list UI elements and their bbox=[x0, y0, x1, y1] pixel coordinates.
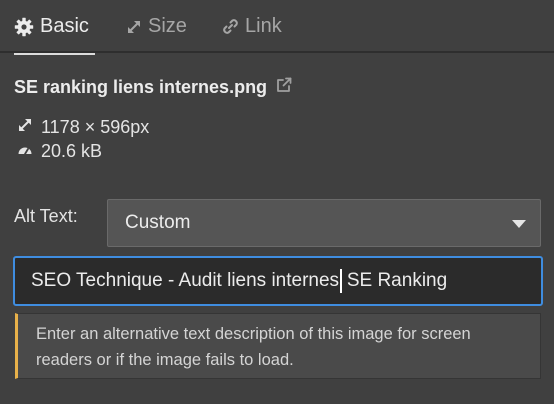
tab-size-label: Size bbox=[148, 15, 187, 37]
alt-text-input[interactable]: SEO Technique - Audit liens internes SE … bbox=[13, 256, 543, 306]
tab-size[interactable]: Size bbox=[126, 0, 187, 53]
alt-text-mode-value: Custom bbox=[125, 212, 191, 233]
alt-text-label: Alt Text: bbox=[14, 206, 78, 226]
alt-text-value-end: SE Ranking bbox=[341, 270, 448, 291]
dimensions-text: 1178 × 596px bbox=[41, 117, 150, 137]
image-filesize: 20.6 kB bbox=[17, 141, 102, 162]
external-link-icon[interactable] bbox=[275, 76, 293, 99]
gauge-icon bbox=[17, 141, 33, 162]
tab-basic[interactable]: Basic bbox=[14, 0, 95, 55]
file-name-row: SE ranking liens internes.png bbox=[14, 76, 293, 99]
file-name: SE ranking liens internes.png bbox=[14, 77, 268, 97]
chevron-down-icon bbox=[512, 220, 526, 228]
filesize-text: 20.6 kB bbox=[41, 141, 103, 161]
tab-link-label: Link bbox=[245, 15, 282, 37]
image-dimensions: 1178 × 596px bbox=[17, 117, 149, 138]
alt-text-mode-select[interactable]: Custom bbox=[107, 199, 541, 247]
gear-icon bbox=[14, 17, 34, 37]
alt-text-hint: Enter an alternative text description of… bbox=[15, 313, 541, 379]
resize-arrows-icon bbox=[126, 19, 142, 35]
alt-text-value-start: SEO Technique - Audit liens internes bbox=[31, 270, 340, 291]
link-icon bbox=[222, 18, 239, 35]
tab-link[interactable]: Link bbox=[222, 0, 282, 53]
tab-bar: Basic Size Link bbox=[0, 0, 554, 55]
image-settings-panel: Basic Size Link SE ranking liens interne… bbox=[0, 0, 554, 404]
resize-arrows-icon bbox=[17, 117, 33, 138]
tab-basic-label: Basic bbox=[40, 15, 89, 37]
